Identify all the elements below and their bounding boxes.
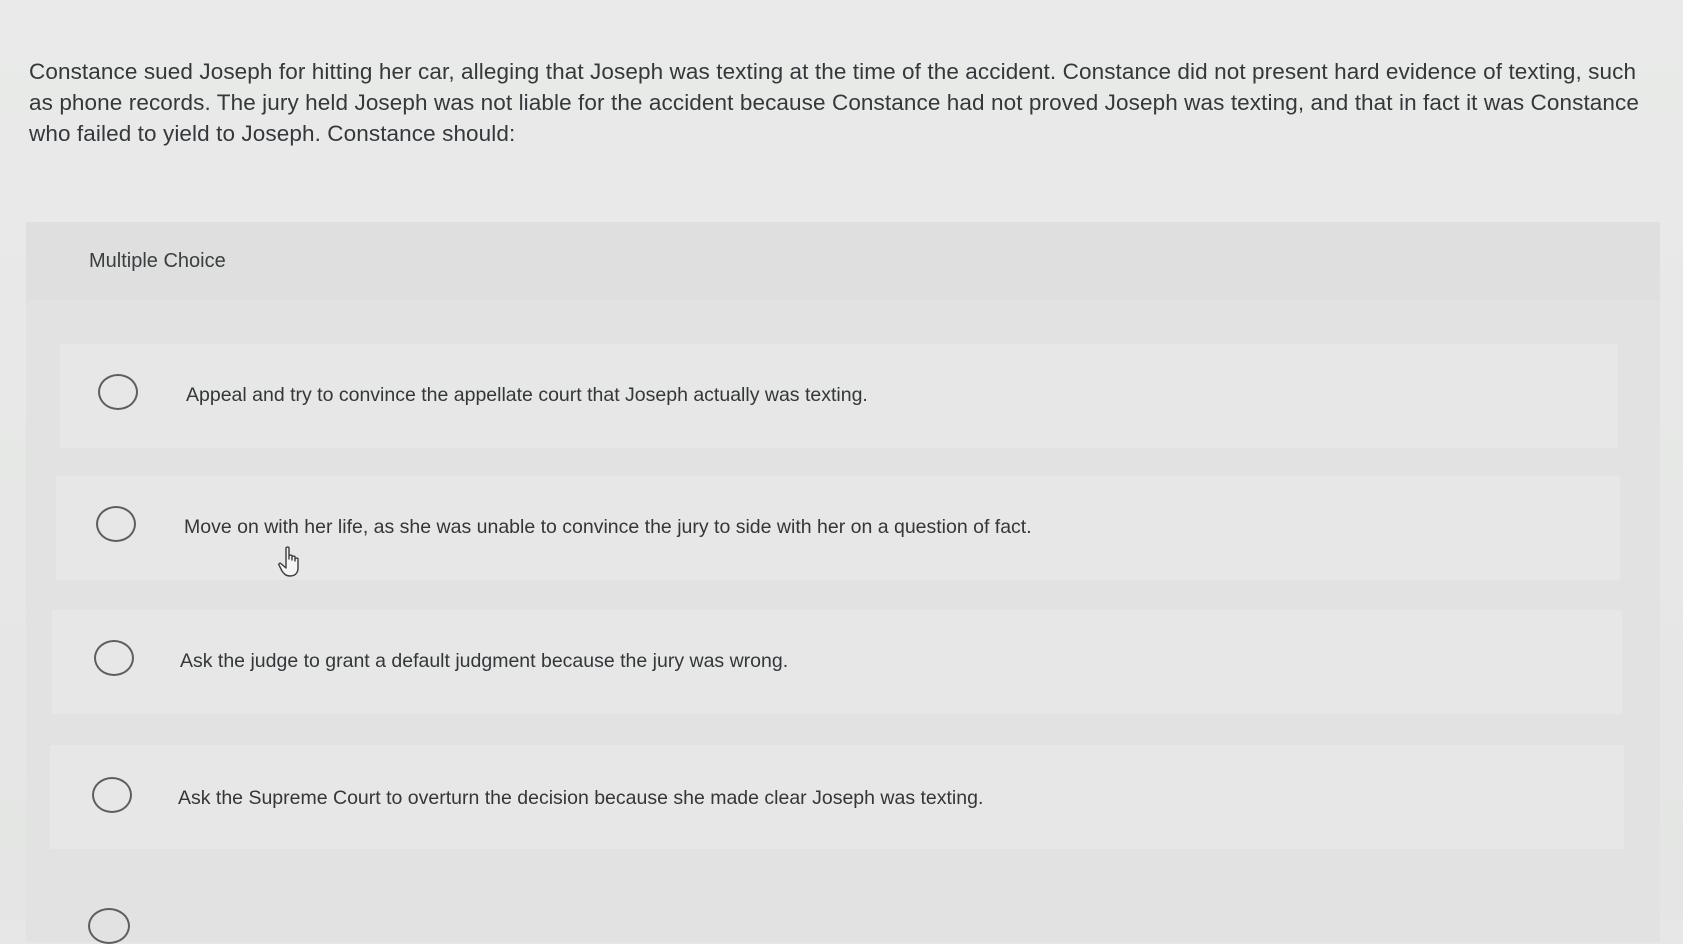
- radio-unselected-icon[interactable]: [98, 374, 138, 410]
- choice-option-4[interactable]: Ask the Supreme Court to overturn the de…: [50, 745, 1624, 849]
- radio-unselected-icon[interactable]: [88, 908, 130, 944]
- choice-option-2-label: Move on with her life, as she was unable…: [184, 516, 1032, 538]
- choice-option-4-label: Ask the Supreme Court to overturn the de…: [178, 787, 984, 809]
- radio-unselected-icon[interactable]: [96, 506, 136, 542]
- radio-unselected-icon[interactable]: [92, 777, 132, 813]
- question-text: Constance sued Joseph for hitting her ca…: [29, 59, 1640, 146]
- panel-header: Multiple Choice: [26, 222, 1660, 300]
- choice-option-1-label: Appeal and try to convince the appellate…: [186, 384, 868, 406]
- radio-unselected-icon[interactable]: [94, 640, 134, 676]
- hand-pointer-icon: [278, 546, 299, 577]
- choice-option-1[interactable]: Appeal and try to convince the appellate…: [60, 344, 1618, 448]
- multiple-choice-label: Multiple Choice: [89, 250, 226, 272]
- choice-option-3[interactable]: Ask the judge to grant a default judgmen…: [52, 610, 1622, 714]
- choice-option-3-label: Ask the judge to grant a default judgmen…: [180, 650, 789, 672]
- page: Constance sued Joseph for hitting her ca…: [0, 0, 1683, 944]
